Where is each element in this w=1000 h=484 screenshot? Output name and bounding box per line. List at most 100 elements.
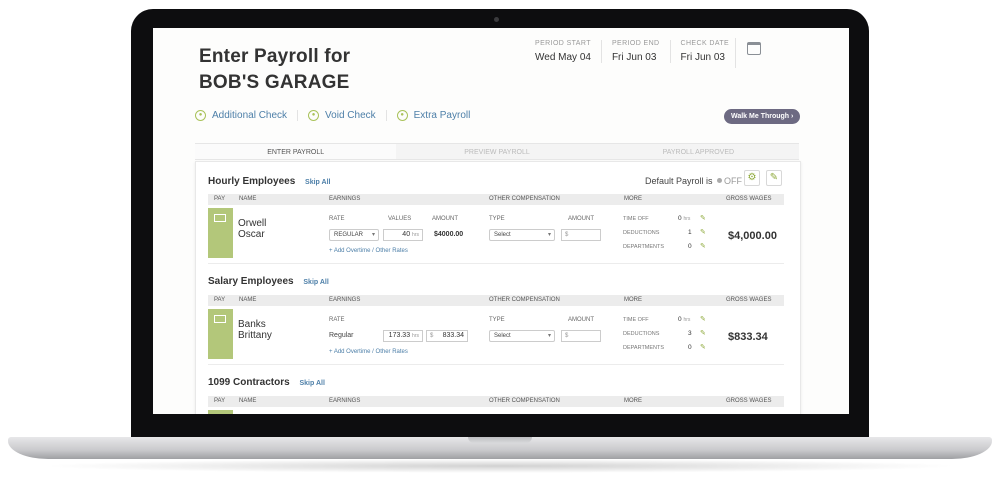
amount-label: AMOUNT (432, 216, 458, 222)
employee-last-name: Orwell (238, 218, 267, 229)
period-start: PERIOD START Wed May 04 (525, 40, 601, 63)
screen: Enter Payroll for BOB'S GARAGE PERIOD ST… (153, 28, 849, 414)
pencil-icon[interactable]: ✎ (766, 170, 782, 186)
circle-icon: ● (308, 110, 320, 121)
pencil-icon[interactable]: ✎ (700, 228, 706, 236)
additional-check-link[interactable]: ● Additional Check (195, 110, 297, 121)
calendar-icon[interactable] (747, 42, 761, 55)
pencil-icon[interactable]: ✎ (700, 242, 706, 250)
laptop-notch (468, 437, 532, 443)
hours-input[interactable]: 40 hrs (383, 229, 423, 241)
pencil-icon[interactable]: ✎ (700, 214, 706, 222)
other-amount-label: AMOUNT (568, 216, 594, 222)
departments-label: DEPARTMENTS (623, 244, 665, 250)
other-comp-amount-input[interactable]: $ (561, 229, 601, 241)
salary-amount-input[interactable]: $833.34 (426, 330, 468, 342)
col-pay: PAY (214, 196, 226, 202)
col-more: MORE (624, 398, 642, 404)
gear-icon[interactable]: ⚙ (744, 170, 760, 186)
pencil-icon[interactable]: ✎ (700, 343, 706, 351)
pay-type-bar[interactable] (208, 410, 233, 414)
rate-value: Regular (329, 332, 354, 339)
table-header: PAY NAME EARNINGS OTHER COMPENSATION MOR… (208, 396, 784, 407)
check-date-label: CHECK DATE (680, 40, 730, 47)
col-other-comp: OTHER COMPENSATION (489, 398, 560, 404)
salary-amount-value: 833.34 (442, 332, 464, 339)
period-end-label: PERIOD END (611, 40, 660, 47)
col-name: NAME (239, 297, 257, 303)
deductions-value: 3 (688, 330, 692, 337)
hours-input[interactable]: 173.33 hrs (383, 330, 423, 342)
deductions-value: 1 (688, 229, 692, 236)
hours-unit: hrs (412, 232, 419, 238)
hourly-section-title: Hourly Employees Skip All (208, 176, 330, 187)
other-comp-amount-input[interactable]: $ (561, 330, 601, 342)
salary-section-title: Salary Employees Skip All (208, 276, 329, 287)
type-label: TYPE (489, 216, 505, 222)
col-gross: GROSS WAGES (726, 398, 772, 404)
time-off-label: TIME OFF (623, 317, 649, 323)
hours-value: 40 (402, 231, 411, 238)
rate-select[interactable]: REGULAR (329, 229, 379, 241)
default-payroll-state[interactable]: OFF (724, 176, 742, 186)
salary-skip-all[interactable]: Skip All (303, 279, 328, 286)
gross-wages: $833.34 (728, 331, 768, 343)
pencil-icon[interactable]: ✎ (700, 329, 706, 337)
dollar-sign: $ (565, 333, 569, 339)
hourly-title: Hourly Employees (208, 176, 296, 187)
step-enter-payroll: ENTER PAYROLL (195, 143, 397, 160)
pencil-icon[interactable]: ✎ (700, 315, 706, 323)
time-off-unit: hrs (683, 317, 691, 323)
camera (494, 17, 499, 22)
gross-wages: $4,000.00 (728, 230, 777, 242)
col-earnings: EARNINGS (329, 398, 361, 404)
additional-check-label: Additional Check (212, 110, 288, 121)
other-comp-type-select[interactable]: Select (489, 330, 555, 342)
period-end-value: Fri Jun 03 (611, 52, 657, 63)
payroll-card: Hourly Employees Skip All Default Payrol… (195, 161, 801, 414)
employee-first-name: Oscar (238, 229, 265, 240)
paycheck-icon (214, 214, 226, 222)
void-check-link[interactable]: ● Void Check (297, 110, 386, 121)
hours-value: 173.33 (388, 332, 411, 339)
contractors-skip-all[interactable]: Skip All (299, 380, 324, 387)
contractors-section-title: 1099 Contractors Skip All (208, 377, 325, 388)
period-start-value: Wed May 04 (535, 52, 591, 63)
rate-label: RATE (329, 216, 345, 222)
pay-type-bar[interactable] (208, 208, 233, 258)
pay-period-dates: PERIOD START Wed May 04 PERIOD END Fri J… (525, 40, 739, 63)
walk-me-through-button[interactable]: Walk Me Through › (724, 109, 801, 124)
bank-icon (214, 315, 226, 323)
add-overtime-link[interactable]: + Add Overtime / Other Rates (329, 349, 408, 355)
status-dot (717, 178, 723, 183)
other-comp-type-select[interactable]: Select (489, 229, 555, 241)
col-earnings: EARNINGS (329, 297, 361, 303)
step-payroll-approved: PAYROLL APPROVED (597, 143, 799, 160)
table-row: Orwell Oscar RATE VALUES AMOUNT TYPE AMO… (208, 208, 784, 262)
time-off-value: 0 (678, 215, 682, 222)
col-other-comp: OTHER COMPENSATION (489, 297, 560, 303)
divider (208, 263, 784, 264)
col-pay: PAY (214, 297, 226, 303)
col-name: NAME (239, 196, 257, 202)
pay-type-bar[interactable] (208, 309, 233, 359)
extra-payroll-link[interactable]: ● Extra Payroll (385, 110, 481, 121)
employee-last-name: Banks (238, 319, 266, 330)
dollar-sign: $ (565, 232, 569, 238)
check-date: CHECK DATE Fri Jun 03 (669, 40, 740, 63)
col-name: NAME (239, 398, 257, 404)
col-more: MORE (624, 196, 642, 202)
hourly-skip-all[interactable]: Skip All (305, 179, 330, 186)
add-overtime-link[interactable]: + Add Overtime / Other Rates (329, 248, 408, 254)
contractors-title: 1099 Contractors (208, 377, 290, 388)
divider (735, 38, 736, 68)
period-end: PERIOD END Fri Jun 03 (600, 40, 670, 63)
table-row: Banks Brittany RATE TYPE AMOUNT Regular … (208, 309, 784, 363)
check-date-value: Fri Jun 03 (680, 52, 725, 63)
col-pay: PAY (214, 398, 226, 404)
circle-icon: ● (195, 110, 206, 121)
deductions-label: DEDUCTIONS (623, 331, 660, 337)
page-title: Enter Payroll for BOB'S GARAGE (199, 44, 350, 96)
laptop-shadow (40, 459, 960, 473)
divider (208, 364, 784, 365)
